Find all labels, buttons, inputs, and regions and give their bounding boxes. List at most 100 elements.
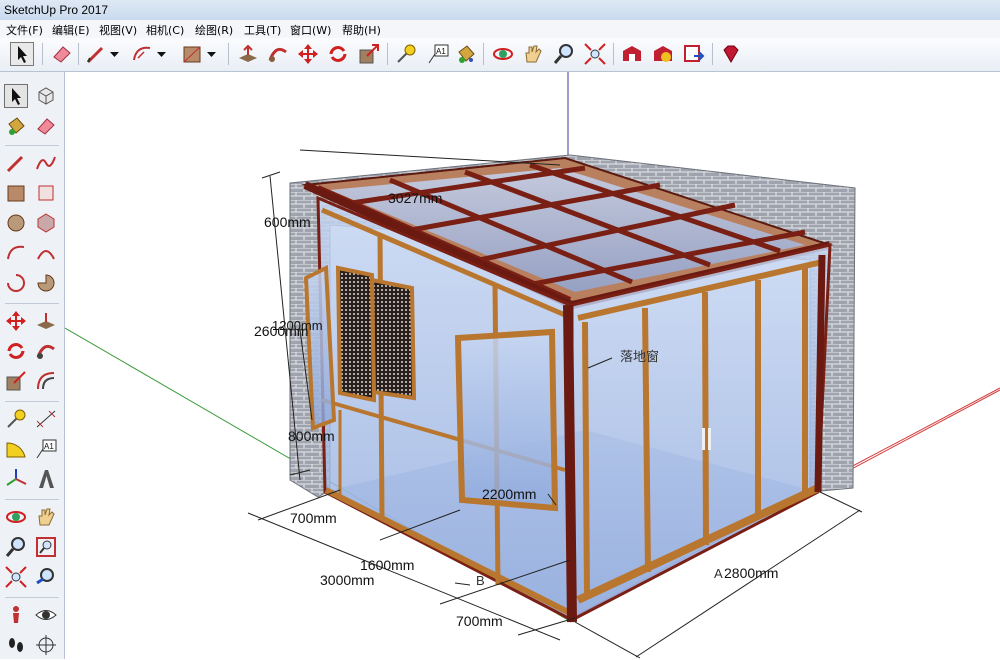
polygon-button[interactable] <box>34 211 58 235</box>
svg-text:A1: A1 <box>44 442 54 451</box>
paint-bucket-icon <box>458 45 475 63</box>
left-scale-button[interactable] <box>4 369 28 393</box>
3d-warehouse-button[interactable] <box>620 42 644 66</box>
follow-me-tool-button[interactable] <box>266 42 290 66</box>
two-point-arc-icon <box>37 250 55 260</box>
scale-tool-button[interactable] <box>357 42 381 66</box>
left-follow-me-button[interactable] <box>34 339 58 363</box>
protractor-button[interactable] <box>4 437 28 461</box>
left-rectangle-button[interactable] <box>4 181 28 205</box>
left-select-button[interactable] <box>4 84 28 108</box>
rotate-icon <box>7 343 25 359</box>
push-pull-tool-button[interactable] <box>236 42 260 66</box>
pan-tool-button[interactable] <box>521 42 545 66</box>
extension-warehouse-button[interactable] <box>651 42 675 66</box>
dropdown-triangle-icon <box>157 52 166 57</box>
zoom-extents-icon <box>584 43 606 65</box>
dim-window-height: 1200mm <box>272 318 323 333</box>
extension-manager-button[interactable] <box>719 42 743 66</box>
follow-me-icon <box>36 344 55 359</box>
arc-icon <box>133 46 151 61</box>
hand-icon <box>38 508 55 526</box>
circle-button[interactable] <box>4 211 28 235</box>
rotated-rectangle-button[interactable] <box>34 181 58 205</box>
arc-button[interactable] <box>4 241 28 265</box>
two-point-arc-button[interactable] <box>34 241 58 265</box>
rotate-icon <box>329 46 347 62</box>
left-pan-button[interactable] <box>34 505 58 529</box>
select-tool-button[interactable] <box>10 42 34 66</box>
pencil-icon <box>6 155 24 173</box>
menu-help[interactable]: 帮助(H) <box>342 22 381 38</box>
rotate-tool-button[interactable] <box>326 42 350 66</box>
previous-view-button[interactable] <box>34 565 58 589</box>
line-tool-button[interactable] <box>84 42 108 66</box>
arc-tool-button[interactable] <box>130 42 154 66</box>
menu-tools[interactable]: 工具(T) <box>244 22 281 38</box>
left-orbit-button[interactable] <box>4 505 28 529</box>
left-rotate-button[interactable] <box>4 339 28 363</box>
left-move-button[interactable] <box>4 309 28 333</box>
left-tape-measure-button[interactable] <box>4 407 28 431</box>
rectangle-dropdown-button[interactable] <box>205 42 219 66</box>
left-zoom-extents-button[interactable] <box>4 565 28 589</box>
push-pull-icon <box>37 313 55 329</box>
rectangle-tool-button[interactable] <box>180 42 204 66</box>
left-line-button[interactable] <box>4 151 28 175</box>
ruby-gem-icon <box>723 45 739 63</box>
left-push-pull-button[interactable] <box>34 309 58 333</box>
arc-dropdown-button[interactable] <box>155 42 169 66</box>
paint-bucket-tool-button[interactable] <box>454 42 478 66</box>
label-floor-window: 落地窗 <box>620 349 659 364</box>
dimension-button[interactable] <box>34 407 58 431</box>
send-to-layout-button[interactable] <box>682 42 706 66</box>
freehand-button[interactable] <box>34 151 58 175</box>
three-point-arc-button[interactable] <box>4 271 28 295</box>
tape-measure-tool-button[interactable] <box>394 42 418 66</box>
camera-person-icon <box>13 606 19 623</box>
section-plane-button[interactable] <box>34 633 58 657</box>
main-toolbar: A1 <box>0 38 1000 72</box>
walk-button[interactable] <box>4 633 28 657</box>
label-side-a: A <box>714 566 723 581</box>
model-canvas: 3027mm 600mm 2600mm 1200mm 800mm 700mm 1… <box>65 72 1000 659</box>
open-door-panel <box>454 328 559 512</box>
make-component-button[interactable] <box>34 84 58 108</box>
3d-text-button[interactable] <box>34 467 58 491</box>
axes-button[interactable] <box>4 467 28 491</box>
zoom-extents-tool-button[interactable] <box>583 42 607 66</box>
menu-view[interactable]: 视图(V) <box>99 22 137 38</box>
menu-edit[interactable]: 编辑(E) <box>52 22 90 38</box>
move-tool-button[interactable] <box>296 42 320 66</box>
dropdown-triangle-icon <box>110 52 119 57</box>
menu-camera[interactable]: 相机(C) <box>146 22 184 38</box>
left-zoom-button[interactable] <box>4 535 28 559</box>
left-eraser-button[interactable] <box>34 114 58 138</box>
menu-window[interactable]: 窗口(W) <box>290 22 331 38</box>
offset-button[interactable] <box>34 369 58 393</box>
menu-draw[interactable]: 绘图(R) <box>195 22 233 38</box>
zoom-tool-button[interactable] <box>552 42 576 66</box>
orbit-icon <box>6 511 26 523</box>
component-icon <box>38 87 54 105</box>
orbit-tool-button[interactable] <box>491 42 515 66</box>
line-dropdown-button[interactable] <box>108 42 122 66</box>
drawing-viewport[interactable]: 3027mm 600mm 2600mm 1200mm 800mm 700mm 1… <box>65 72 1000 659</box>
left-text-button[interactable]: A1 <box>34 437 58 461</box>
eye-icon <box>35 610 57 620</box>
magnifier-icon <box>553 44 573 64</box>
position-camera-button[interactable] <box>4 603 28 627</box>
menu-file[interactable]: 文件(F) <box>6 22 43 38</box>
text-tool-button[interactable]: A1 <box>426 42 450 66</box>
zoom-window-button[interactable] <box>34 535 58 559</box>
zoom-extents-icon <box>5 566 27 588</box>
pie-button[interactable] <box>34 271 58 295</box>
eraser-tool-button[interactable] <box>50 42 74 66</box>
left-paint-bucket-button[interactable] <box>4 114 28 138</box>
previous-view-icon <box>36 568 54 585</box>
move-arrows-icon <box>6 311 26 331</box>
label-side-b: B <box>476 573 485 588</box>
look-around-button[interactable] <box>34 603 58 627</box>
pencil-icon <box>86 46 104 64</box>
dim-door-height: 2200mm <box>482 486 536 502</box>
